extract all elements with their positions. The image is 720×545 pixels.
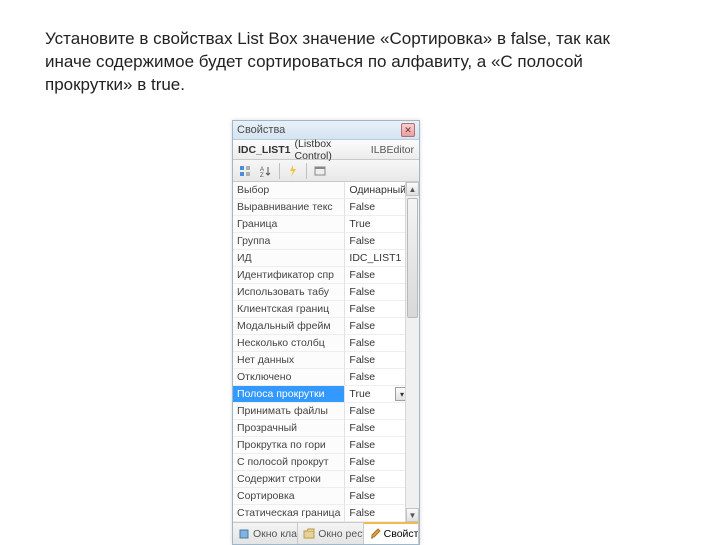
tab-properties[interactable]: Свойства [364,522,419,544]
property-name: Нет данных [233,352,345,369]
property-row[interactable]: Принимать файлыFalse [233,403,410,420]
property-name: Группа [233,233,345,250]
property-row[interactable]: Содержит строкиFalse [233,471,410,488]
property-name: Несколько столбц [233,335,345,352]
property-grid: ВыборОдинарныйВыравнивание тексFalseГран… [233,182,419,522]
property-name: Прокрутка по гори [233,437,345,454]
property-row[interactable]: Нет данныхFalse [233,352,410,369]
tab-resource-view[interactable]: Окно ресу… [298,523,363,544]
categorized-icon[interactable] [236,162,254,180]
close-icon[interactable]: ✕ [401,123,415,137]
property-name: Выравнивание текс [233,199,345,216]
tab-label: Окно ресу… [318,528,363,540]
property-value[interactable]: False [345,471,410,488]
property-name: Выбор [233,182,345,199]
tab-label: Окно клас… [253,528,298,540]
property-row[interactable]: Клиентская границFalse [233,301,410,318]
property-row[interactable]: Выравнивание тексFalse [233,199,410,216]
property-value[interactable]: False [345,301,410,318]
vertical-scrollbar[interactable]: ▲ ▼ [405,182,419,522]
selector-name: IDC_LIST1 [238,144,291,156]
property-row[interactable]: Полоса прокруткиTrue▾ [233,386,410,403]
property-name: Принимать файлы [233,403,345,420]
property-name: Сортировка [233,488,345,505]
property-row[interactable]: С полосой прокрутFalse [233,454,410,471]
property-row[interactable]: Использовать табуFalse [233,284,410,301]
scroll-down-icon[interactable]: ▼ [406,508,419,522]
alphabetical-icon[interactable]: AZ [257,162,275,180]
property-name: Модальный фрейм [233,318,345,335]
property-name: Отключено [233,369,345,386]
titlebar-title: Свойства [237,124,401,136]
property-name: Идентификатор спр [233,267,345,284]
class-view-icon [238,528,250,540]
events-icon[interactable] [284,162,302,180]
property-row[interactable]: Статическая границаFalse [233,505,410,522]
selector-class: ILBEditor [371,144,414,156]
property-row[interactable]: ГруппаFalse [233,233,410,250]
property-value[interactable]: False [345,505,410,522]
instruction-text: Установите в свойствах List Box значение… [45,28,625,97]
property-row[interactable]: ОтключеноFalse [233,369,410,386]
property-name: Статическая граница [233,505,345,522]
tab-class-view[interactable]: Окно клас… [233,523,298,544]
property-value[interactable]: True▾ [345,386,410,403]
property-value[interactable]: False [345,437,410,454]
property-name: Содержит строки [233,471,345,488]
scroll-thumb[interactable] [407,198,418,318]
property-value[interactable]: False [345,352,410,369]
selector-type: (Listbox Control) [295,138,367,162]
property-value[interactable]: False [345,199,410,216]
resource-view-icon [303,528,315,540]
property-value[interactable]: False [345,369,410,386]
toolbar: AZ [233,160,419,182]
property-value[interactable]: False [345,335,410,352]
property-value[interactable]: False [345,420,410,437]
svg-text:Z: Z [260,173,264,177]
property-value[interactable]: False [345,318,410,335]
property-name: Полоса прокрутки [233,386,345,403]
property-value[interactable]: False [345,454,410,471]
property-row[interactable]: Модальный фреймFalse [233,318,410,335]
property-name: Использовать табу [233,284,345,301]
properties-panel: Свойства ✕ IDC_LIST1 (Listbox Control) I… [232,120,420,545]
property-row[interactable]: Прокрутка по гориFalse [233,437,410,454]
property-pages-icon[interactable] [311,162,329,180]
scroll-up-icon[interactable]: ▲ [406,182,419,196]
object-selector[interactable]: IDC_LIST1 (Listbox Control) ILBEditor [233,140,419,160]
tab-label: Свойства [384,528,419,540]
property-name: С полосой прокрут [233,454,345,471]
property-row[interactable]: ГраницаTrue [233,216,410,233]
toolbar-separator [306,163,307,179]
property-value[interactable]: False [345,267,410,284]
property-row[interactable]: ИДIDC_LIST1 [233,250,410,267]
property-value[interactable]: False [345,233,410,250]
property-row[interactable]: СортировкаFalse [233,488,410,505]
property-value[interactable]: False [345,488,410,505]
property-row[interactable]: ПрозрачныйFalse [233,420,410,437]
property-value[interactable]: False [345,403,410,420]
property-row[interactable]: ВыборОдинарный [233,182,410,199]
property-value[interactable]: False [345,284,410,301]
property-name: ИД [233,250,345,267]
property-row[interactable]: Несколько столбцFalse [233,335,410,352]
property-name: Клиентская границ [233,301,345,318]
properties-icon [369,528,381,540]
property-name: Граница [233,216,345,233]
property-row[interactable]: Идентификатор спрFalse [233,267,410,284]
toolbar-separator [279,163,280,179]
property-value[interactable]: True [345,216,410,233]
property-value[interactable]: Одинарный [345,182,410,199]
property-value[interactable]: IDC_LIST1 [345,250,410,267]
bottom-tabs: Окно клас… Окно ресу… Свойства [233,522,419,544]
property-name: Прозрачный [233,420,345,437]
